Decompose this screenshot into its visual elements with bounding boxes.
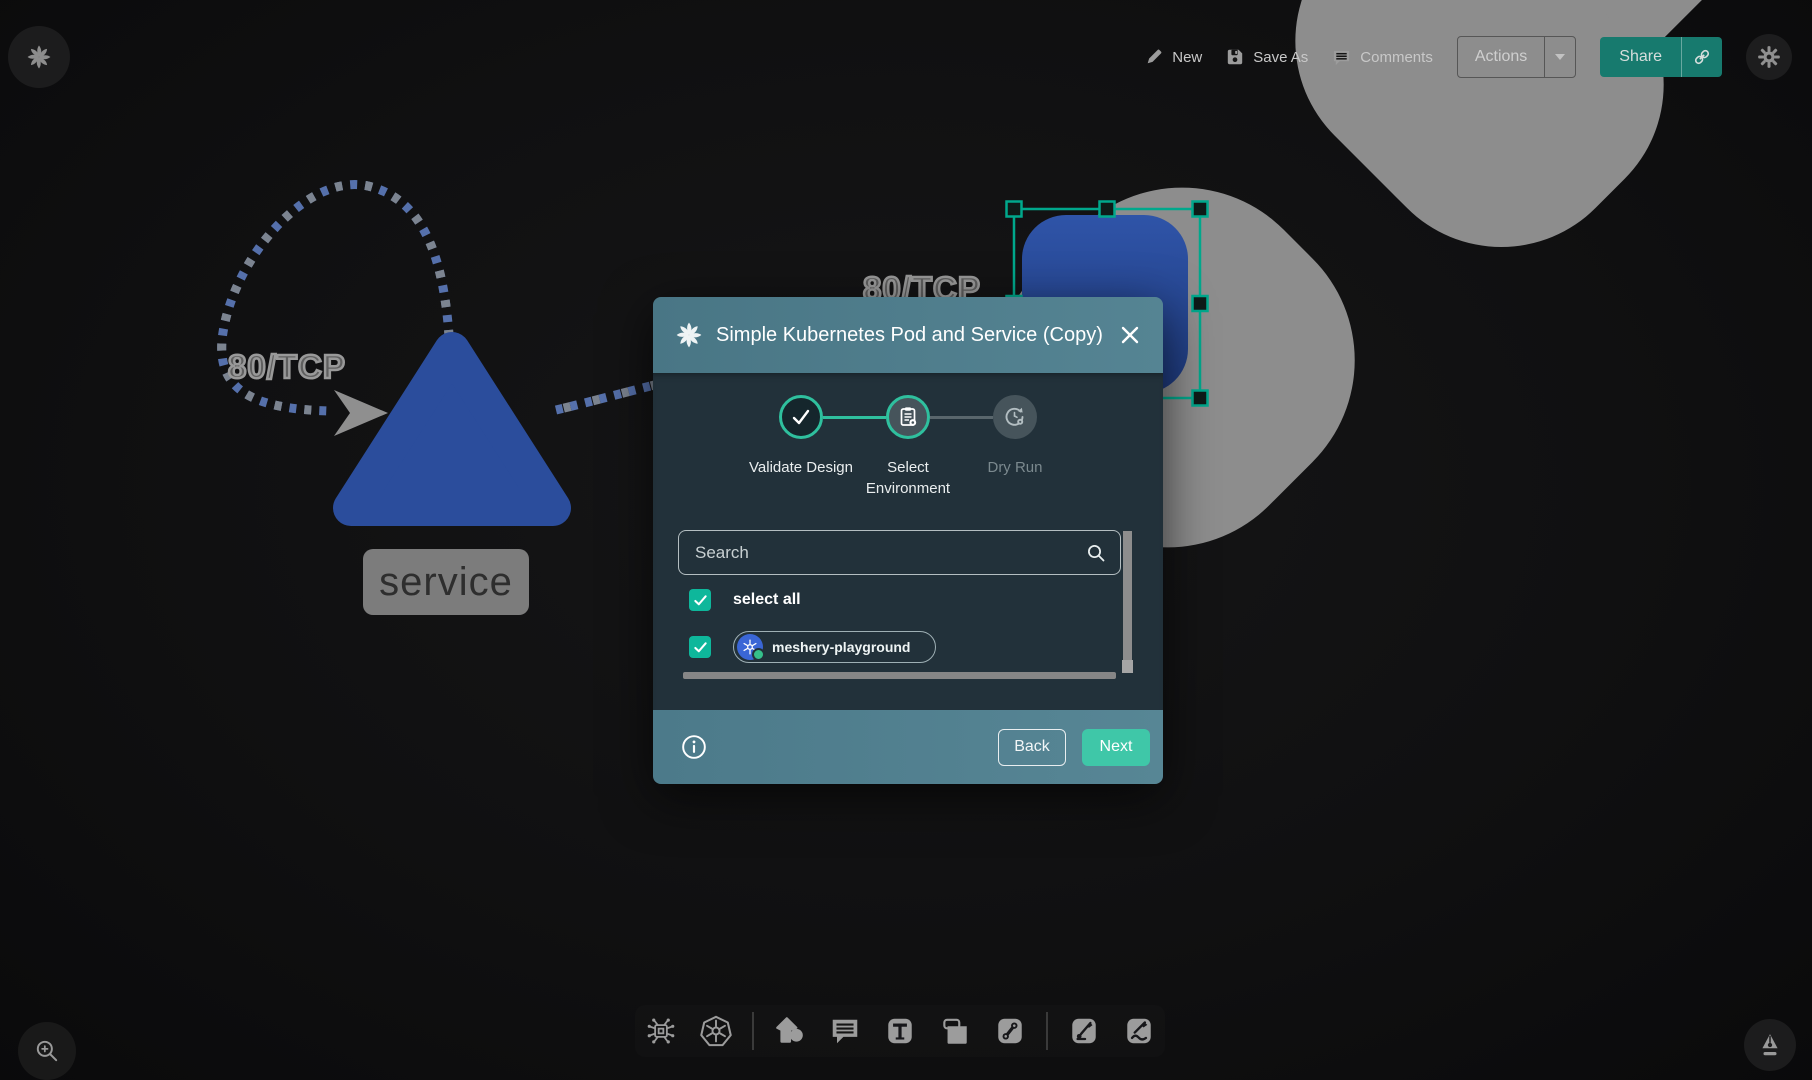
save-as-label: Save As: [1253, 49, 1308, 66]
modal-body: Validate Design Select Environment Dry R…: [653, 373, 1163, 710]
stepper: [653, 395, 1163, 439]
scrollbar-corner: [1122, 660, 1133, 673]
toolbar-shapes-button[interactable]: [768, 1007, 812, 1055]
info-button[interactable]: [681, 734, 707, 760]
media-icon: [939, 1015, 971, 1047]
check-icon: [693, 640, 708, 655]
environment-checkbox[interactable]: [689, 636, 711, 658]
toolbar-divider: [752, 1012, 754, 1050]
toolbar-draw-button[interactable]: [1117, 1007, 1161, 1055]
save-as-button[interactable]: Save As: [1226, 48, 1308, 66]
next-button[interactable]: Next: [1082, 729, 1150, 766]
share-label: Share: [1600, 48, 1681, 66]
gear-icon: [1756, 44, 1782, 70]
comments-button[interactable]: Comments: [1332, 48, 1433, 67]
vertical-scrollbar[interactable]: [1123, 531, 1132, 663]
info-icon: [681, 734, 707, 760]
environment-name: meshery-playground: [772, 639, 910, 655]
chevron-down-icon: [1555, 54, 1565, 60]
step-label-validate: Validate Design: [741, 457, 861, 478]
connected-status-dot: [752, 648, 765, 661]
stepper-connector: [930, 416, 993, 419]
environment-search: [678, 530, 1121, 575]
horizontal-scrollbar[interactable]: [683, 672, 1116, 679]
shapes-icon: [774, 1015, 806, 1047]
check-icon: [693, 593, 708, 608]
comment-icon: [1332, 48, 1351, 67]
kubernetes-icon: [737, 634, 763, 660]
toolbar-kubernetes-button[interactable]: [694, 1007, 738, 1055]
dry-run-icon: [1003, 405, 1027, 429]
close-icon: [1119, 324, 1141, 346]
select-all-label: select all: [733, 591, 801, 609]
select-all-checkbox[interactable]: [689, 589, 711, 611]
comments-label: Comments: [1360, 49, 1433, 66]
copy-link-button[interactable]: [1681, 37, 1722, 77]
new-button[interactable]: New: [1145, 48, 1202, 66]
toolbar-comment-button[interactable]: [823, 1007, 867, 1055]
close-button[interactable]: [1119, 324, 1141, 346]
connection-icon: [994, 1015, 1026, 1047]
service-node-label[interactable]: service: [363, 549, 529, 615]
step-validate-design[interactable]: [779, 395, 823, 439]
toolbar-media-button[interactable]: [933, 1007, 977, 1055]
step-label-dry-run: Dry Run: [955, 457, 1075, 478]
toolbar-divider: [1046, 1012, 1048, 1050]
actions-button[interactable]: Actions: [1457, 36, 1576, 78]
components-icon: [645, 1015, 677, 1047]
plug-icon: [1749, 0, 1812, 691]
kubernetes-icon: [699, 1014, 733, 1048]
save-icon: [1226, 48, 1244, 66]
edge-port-label: 80/TCP: [228, 348, 346, 386]
deploy-design-modal: Simple Kubernetes Pod and Service (Copy): [653, 297, 1163, 784]
comment-icon: [829, 1015, 861, 1047]
select-all-row: select all: [689, 589, 801, 611]
modal-footer: Back Next: [653, 710, 1163, 784]
meshery-kanvas-app: 80/TCP 80/TCP service New Save As: [0, 0, 1812, 1080]
step-dry-run[interactable]: [993, 395, 1037, 439]
meshery-logo-icon: [675, 321, 703, 349]
toolbar-pen-button[interactable]: [1062, 1007, 1106, 1055]
toolbar-connection-button[interactable]: [988, 1007, 1032, 1055]
settings-button[interactable]: [1746, 34, 1792, 80]
stepper-connector: [823, 416, 886, 419]
top-toolbar: New Save As Comments Actions Sh: [1145, 34, 1792, 80]
pen-tool-icon: [1068, 1015, 1100, 1047]
canvas-toolbar: [635, 1005, 1165, 1057]
modal-header: Simple Kubernetes Pod and Service (Copy): [653, 297, 1163, 373]
new-label: New: [1172, 49, 1202, 66]
toolbar-components-button[interactable]: [639, 1007, 683, 1055]
modal-title: Simple Kubernetes Pod and Service (Copy): [716, 324, 1106, 347]
actions-label: Actions: [1458, 37, 1544, 77]
actions-dropdown-toggle[interactable]: [1544, 37, 1575, 77]
search-icon[interactable]: [1086, 543, 1106, 563]
search-input[interactable]: [693, 542, 1078, 564]
text-icon: [884, 1015, 916, 1047]
toolbar-text-button[interactable]: [878, 1007, 922, 1055]
step-select-environment[interactable]: [886, 395, 930, 439]
edge-arrowhead: [334, 390, 388, 436]
environment-chip[interactable]: meshery-playground: [733, 631, 936, 663]
environment-row: meshery-playground: [689, 631, 936, 663]
back-button[interactable]: Back: [998, 729, 1066, 766]
clipboard-gear-icon: [896, 405, 920, 429]
freehand-draw-icon: [1123, 1015, 1155, 1047]
check-icon: [790, 406, 812, 428]
share-button[interactable]: Share: [1600, 37, 1722, 77]
step-label-environment: Select Environment: [848, 457, 968, 499]
pencil-icon: [1145, 48, 1163, 66]
link-icon: [1693, 48, 1711, 66]
